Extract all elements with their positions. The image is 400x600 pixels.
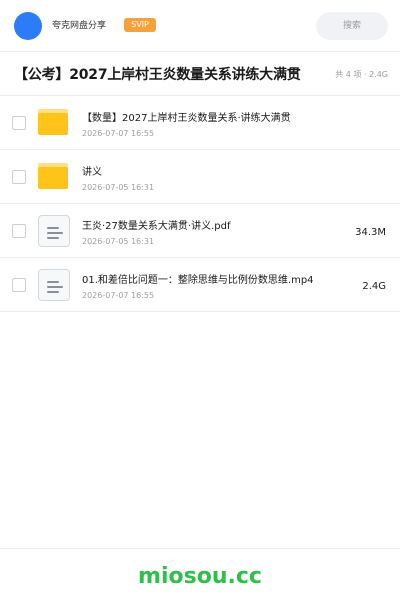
file-date: 2026-07-05 16:31: [82, 183, 155, 192]
file-name: 01.和差倍比问题一：整除思维与比例份数思维.mp4: [82, 275, 314, 286]
file-list: 【数量】2027上岸村王炎数量关系·讲练大满贯 2026-07-07 16:55…: [0, 96, 400, 312]
row-checkbox[interactable]: [12, 278, 26, 292]
svip-badge[interactable]: SVIP: [124, 18, 156, 32]
file-row[interactable]: 【数量】2027上岸村王炎数量关系·讲练大满贯 2026-07-07 16:55: [0, 96, 400, 150]
top-bar: 夸克网盘分享 SVIP 搜索: [0, 0, 400, 52]
document-icon: [38, 269, 70, 301]
document-icon: [38, 215, 70, 247]
folder-icon: [38, 161, 70, 193]
file-date: 2026-07-07 16:55: [82, 129, 155, 138]
file-row[interactable]: 讲义 2026-07-05 16:31: [0, 150, 400, 204]
file-name: 【数量】2027上岸村王炎数量关系·讲练大满贯: [82, 113, 291, 124]
search-button[interactable]: 搜索: [316, 12, 388, 40]
file-name: 王炎·27数量关系大满贯·讲义.pdf: [82, 221, 231, 232]
page-title: 【公考】2027上岸村王炎数量关系讲练大满贯: [14, 67, 301, 83]
brand-label: 夸克网盘分享: [52, 21, 107, 31]
folder-icon: [38, 107, 70, 139]
file-row[interactable]: 王炎·27数量关系大满贯·讲义.pdf 2026-07-05 16:31 34.…: [0, 204, 400, 258]
file-size: 2.4G: [362, 281, 386, 292]
row-checkbox[interactable]: [12, 116, 26, 130]
folder-meta: 共 4 项 · 2.4G: [335, 70, 388, 79]
row-checkbox[interactable]: [12, 224, 26, 238]
file-name: 讲义: [82, 167, 102, 178]
file-date: 2026-07-05 16:31: [82, 237, 155, 246]
avatar[interactable]: [14, 12, 42, 40]
file-date: 2026-07-07 16:55: [82, 291, 155, 300]
footer: miosou.cc: [0, 548, 400, 600]
file-row[interactable]: 01.和差倍比问题一：整除思维与比例份数思维.mp4 2026-07-07 16…: [0, 258, 400, 312]
watermark-text: miosou.cc: [138, 564, 262, 589]
file-size: 34.3M: [355, 227, 386, 238]
row-checkbox[interactable]: [12, 170, 26, 184]
folder-header: 【公考】2027上岸村王炎数量关系讲练大满贯 共 4 项 · 2.4G: [0, 52, 400, 96]
